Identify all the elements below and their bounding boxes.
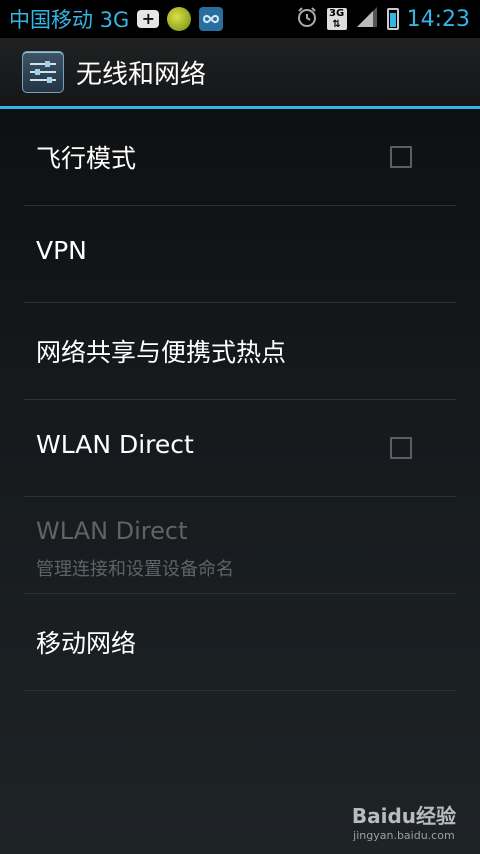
settings-icon[interactable] — [22, 51, 64, 93]
game-notification-icon[interactable] — [167, 7, 192, 31]
alarm-icon — [295, 5, 319, 33]
wlan-direct-settings-summary: 管理连接和设置设备命名 — [36, 559, 234, 580]
tethering-hotspot-row[interactable]: 网络共享与便携式热点 — [24, 303, 456, 400]
tethering-hotspot-label: 网络共享与便携式热点 — [36, 338, 287, 367]
baidu-url: jingyan.baidu.com — [353, 829, 455, 842]
wlan-direct-label: WLAN Direct — [36, 430, 194, 459]
wlan-direct-settings-row: WLAN Direct 管理连接和设置设备命名 — [24, 497, 456, 594]
mobile-network-row[interactable]: 移动网络 — [24, 594, 456, 691]
carrier-label: 中国移动 3G — [9, 8, 130, 32]
wlan-direct-settings-label: WLAN Direct — [36, 517, 188, 545]
baidu-watermark: Baidu经验 jingyan.baidu.com — [352, 800, 456, 842]
vpn-row[interactable]: VPN — [24, 206, 456, 303]
status-bar: 中国移动 3G + 3G ⇅ 14:23 — [0, 0, 480, 38]
mobile-network-label: 移动网络 — [36, 629, 137, 658]
3g-data-icon: 3G ⇅ — [326, 8, 347, 30]
baidu-logo: Baidu经验 — [351, 804, 456, 828]
clock: 14:23 — [406, 6, 470, 32]
wlan-direct-row[interactable]: WLAN Direct — [24, 400, 456, 497]
status-right-icons: 3G ⇅ 14:23 — [287, 0, 480, 38]
settings-list: 飞行模式 VPN 网络共享与便携式热点 WLAN Direct WLAN Dir… — [24, 109, 456, 691]
wlan-direct-checkbox[interactable] — [390, 437, 412, 459]
page-title: 无线和网络 — [76, 59, 207, 90]
plus-notification-icon[interactable]: + — [137, 10, 160, 28]
airplane-mode-label: 飞行模式 — [36, 144, 137, 173]
airplane-mode-row[interactable]: 飞行模式 — [24, 109, 456, 206]
airplane-mode-checkbox[interactable] — [390, 146, 412, 168]
action-bar: 无线和网络 — [0, 38, 480, 106]
battery-charging-icon — [386, 8, 399, 30]
loop-notification-icon[interactable] — [199, 7, 224, 31]
vpn-label: VPN — [36, 236, 87, 265]
signal-icon — [355, 5, 379, 33]
